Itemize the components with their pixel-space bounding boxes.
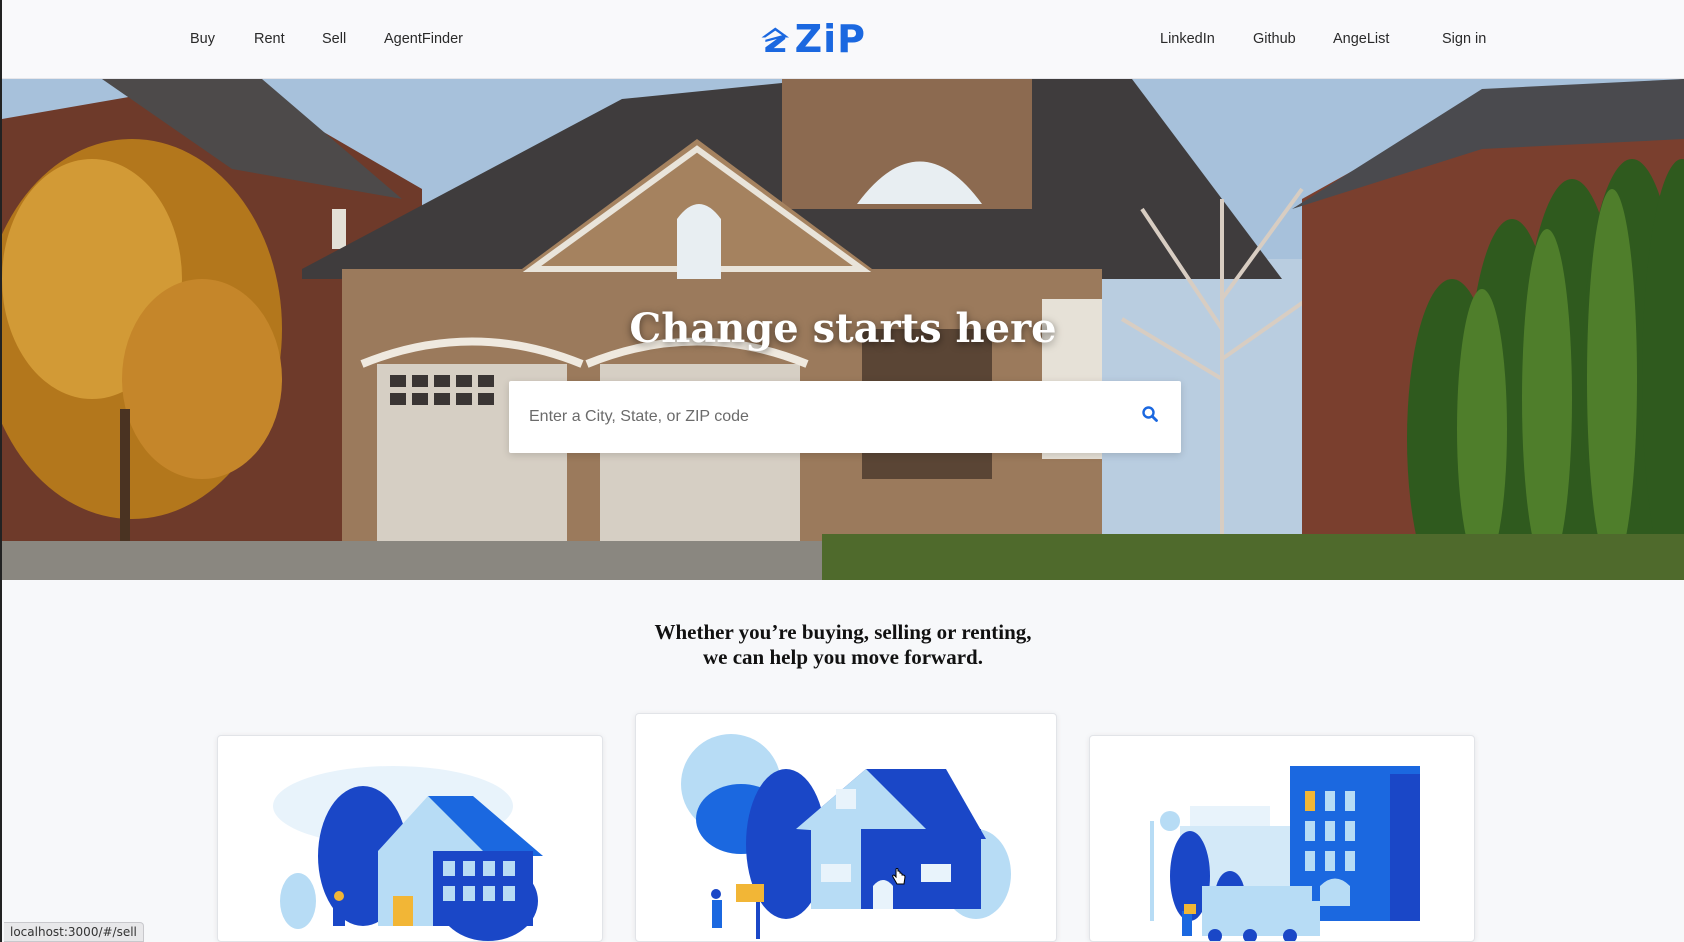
sell-card[interactable]: [635, 713, 1057, 942]
tagline-line-2: we can help you move forward.: [703, 645, 983, 669]
logo-text: ZiP: [794, 17, 866, 61]
search-icon[interactable]: [1142, 406, 1158, 422]
zip-logo[interactable]: ZiP: [760, 18, 866, 60]
tagline-line-1: Whether you’re buying, selling or rentin…: [654, 620, 1032, 644]
nav-angelist[interactable]: AngeList: [1333, 31, 1389, 47]
search-input[interactable]: [529, 381, 1119, 453]
nav-rent[interactable]: Rent: [254, 31, 285, 47]
tagline: Whether you’re buying, selling or rentin…: [2, 620, 1684, 670]
buy-house-illustration: [273, 766, 543, 941]
nav-buy[interactable]: Buy: [190, 31, 215, 47]
browser-status-url: localhost:3000/#/sell: [4, 922, 144, 942]
top-nav: Buy Rent Sell AgentFinder ZiP LinkedIn G…: [2, 0, 1684, 79]
house-logo-icon: [761, 27, 790, 52]
signin-link[interactable]: Sign in: [1442, 31, 1486, 47]
hand-cursor-icon: [892, 868, 906, 885]
nav-sell[interactable]: Sell: [322, 31, 346, 47]
hero-banner: Change starts here: [2, 79, 1684, 580]
hero-title: Change starts here: [629, 305, 1057, 352]
nav-github[interactable]: Github: [1253, 31, 1296, 47]
search-bar[interactable]: [509, 381, 1181, 453]
rent-building-illustration: [1150, 766, 1420, 941]
rent-card[interactable]: [1089, 735, 1475, 942]
nav-linkedin[interactable]: LinkedIn: [1160, 31, 1215, 47]
sell-house-illustration: [681, 734, 1011, 939]
nav-agentfinder[interactable]: AgentFinder: [384, 31, 463, 47]
buy-card[interactable]: [217, 735, 603, 942]
